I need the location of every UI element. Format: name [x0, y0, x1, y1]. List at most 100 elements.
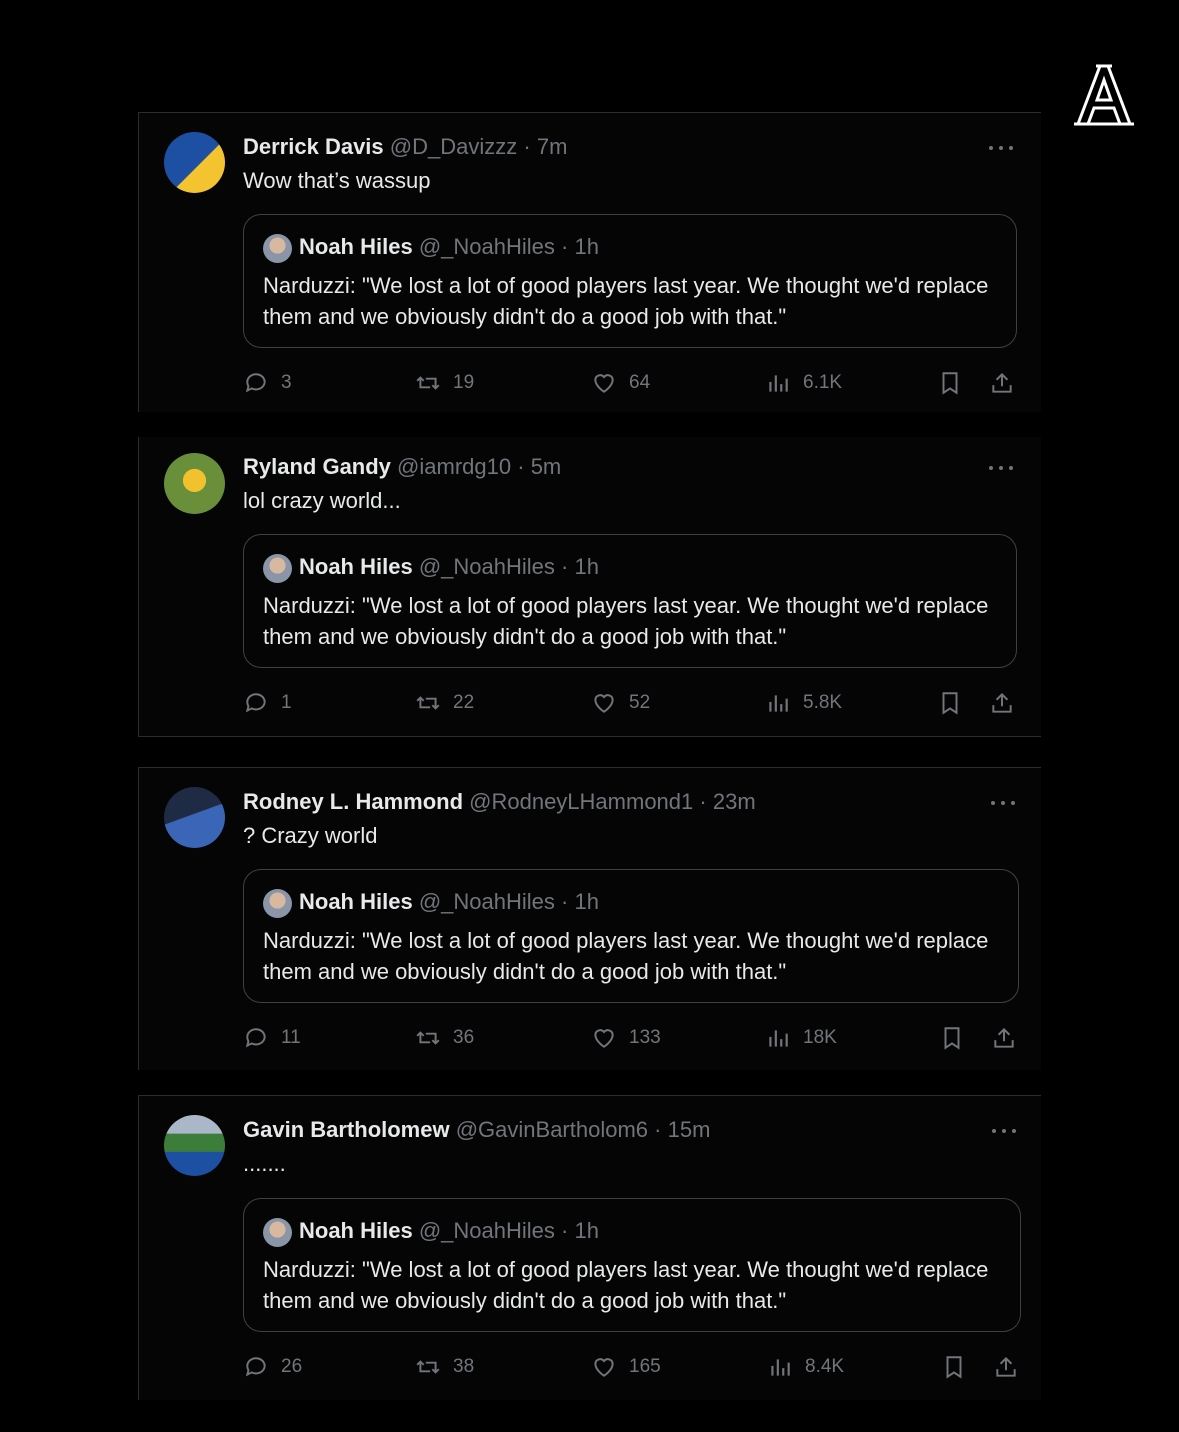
share-button[interactable]: [993, 1352, 1031, 1382]
timestamp[interactable]: 5m: [531, 454, 562, 479]
reply-button[interactable]: 1: [243, 688, 292, 718]
timestamp[interactable]: 7m: [537, 134, 568, 159]
views-button[interactable]: 6.1K: [765, 368, 842, 398]
views-button[interactable]: 5.8K: [765, 688, 842, 718]
bookmark-icon: [944, 1027, 960, 1050]
quoted-author-handle: @_NoahHiles: [418, 234, 555, 259]
quoted-timestamp: 1h: [574, 889, 599, 914]
author-handle[interactable]: @RodneyLHammond1: [469, 789, 693, 814]
share-button[interactable]: [989, 368, 1027, 398]
quoted-author-name: Noah Hiles: [299, 1218, 413, 1243]
tweet-text: ? Crazy world: [243, 823, 378, 848]
tweet-header: Ryland Gandy @iamrdg10 · 5m: [243, 454, 561, 480]
retweet-icon: [416, 1360, 440, 1374]
quoted-tweet[interactable]: Noah Hiles @_NoahHiles · 1h Narduzzi: "W…: [243, 534, 1017, 668]
separator: ·: [561, 554, 569, 579]
quoted-text: Narduzzi: "We lost a lot of good players…: [263, 1257, 989, 1313]
tweet-card[interactable]: Derrick Davis @D_Davizzz · 7m Wow that’s…: [138, 112, 1041, 412]
avatar[interactable]: [164, 1115, 225, 1176]
views-button[interactable]: 18K: [765, 1023, 837, 1053]
view-count: 18K: [803, 1027, 837, 1048]
tweet-card[interactable]: Gavin Bartholomew @GavinBartholom6 · 15m…: [138, 1095, 1041, 1400]
separator: ·: [699, 789, 707, 814]
share-button[interactable]: [989, 688, 1027, 718]
quoted-author-name: Noah Hiles: [299, 554, 413, 579]
tweet-card[interactable]: Ryland Gandy @iamrdg10 · 5m lol crazy wo…: [138, 437, 1041, 737]
tweet-card[interactable]: Rodney L. Hammond @RodneyLHammond1 · 23m…: [138, 767, 1041, 1070]
bookmark-button[interactable]: [939, 1023, 977, 1053]
quoted-avatar: [263, 234, 292, 263]
quoted-avatar: [263, 889, 292, 918]
separator: ·: [561, 234, 569, 259]
retweet-button[interactable]: 36: [415, 1023, 474, 1053]
retweet-count: 19: [453, 372, 475, 393]
timestamp[interactable]: 23m: [713, 789, 756, 814]
retweet-button[interactable]: 19: [415, 368, 474, 398]
tweet-text: .......: [243, 1151, 286, 1176]
author-handle[interactable]: @iamrdg10: [397, 454, 511, 479]
separator: ·: [517, 454, 525, 479]
reply-icon: [245, 693, 266, 713]
reply-icon: [245, 373, 266, 393]
retweet-button[interactable]: 38: [415, 1352, 474, 1382]
action-bar: 11 36 133 18K: [243, 1023, 1021, 1053]
views-button[interactable]: 8.4K: [767, 1352, 844, 1382]
author-name[interactable]: Rodney L. Hammond: [243, 789, 463, 814]
quoted-header: Noah Hiles @_NoahHiles · 1h: [299, 1218, 599, 1244]
like-button[interactable]: 52: [591, 688, 650, 718]
reply-button[interactable]: 3: [243, 368, 292, 398]
quoted-tweet[interactable]: Noah Hiles @_NoahHiles · 1h Narduzzi: "W…: [243, 214, 1017, 348]
more-options-icon[interactable]: [992, 1128, 1016, 1134]
retweet-count: 38: [453, 1356, 475, 1377]
heart-icon: [594, 374, 614, 393]
retweet-icon: [416, 696, 440, 710]
author-name[interactable]: Derrick Davis: [243, 134, 384, 159]
more-options-icon[interactable]: [989, 465, 1013, 471]
tweet-text: Wow that’s wassup: [243, 168, 431, 193]
tweet-header: Gavin Bartholomew @GavinBartholom6 · 15m: [243, 1117, 710, 1143]
reply-count: 1: [281, 692, 292, 713]
reply-button[interactable]: 11: [243, 1023, 301, 1053]
quoted-author-name: Noah Hiles: [299, 889, 413, 914]
reply-count: 3: [281, 372, 292, 393]
bookmark-icon: [942, 692, 958, 715]
quoted-header: Noah Hiles @_NoahHiles · 1h: [299, 554, 599, 580]
like-count: 133: [629, 1027, 661, 1048]
like-button[interactable]: 165: [591, 1352, 661, 1382]
tweet-text: lol crazy world...: [243, 488, 401, 513]
like-button[interactable]: 133: [591, 1023, 661, 1053]
author-name[interactable]: Gavin Bartholomew: [243, 1117, 450, 1142]
share-button[interactable]: [991, 1023, 1029, 1053]
views-icon: [769, 695, 788, 712]
separator: ·: [561, 889, 569, 914]
timestamp[interactable]: 15m: [668, 1117, 711, 1142]
heart-icon: [594, 1029, 614, 1048]
quoted-avatar: [263, 554, 292, 583]
separator: ·: [561, 1218, 569, 1243]
action-bar: 26 38 165 8.4K: [243, 1352, 1021, 1382]
quoted-author-name: Noah Hiles: [299, 234, 413, 259]
quoted-author-handle: @_NoahHiles: [418, 554, 555, 579]
like-button[interactable]: 64: [591, 368, 650, 398]
quoted-tweet[interactable]: Noah Hiles @_NoahHiles · 1h Narduzzi: "W…: [243, 1198, 1021, 1332]
retweet-button[interactable]: 22: [415, 688, 474, 718]
more-options-icon[interactable]: [989, 145, 1013, 151]
bookmark-button[interactable]: [937, 368, 975, 398]
reply-button[interactable]: 26: [243, 1352, 302, 1382]
avatar[interactable]: [164, 453, 225, 514]
bookmark-button[interactable]: [941, 1352, 979, 1382]
avatar[interactable]: [164, 787, 225, 848]
more-options-icon[interactable]: [991, 800, 1015, 806]
tweet-header: Rodney L. Hammond @RodneyLHammond1 · 23m: [243, 789, 756, 815]
reply-icon: [245, 1357, 266, 1377]
quoted-tweet[interactable]: Noah Hiles @_NoahHiles · 1h Narduzzi: "W…: [243, 869, 1019, 1003]
author-handle[interactable]: @GavinBartholom6: [456, 1117, 648, 1142]
tweet-header: Derrick Davis @D_Davizzz · 7m: [243, 134, 567, 160]
bookmark-button[interactable]: [937, 688, 975, 718]
author-name[interactable]: Ryland Gandy: [243, 454, 391, 479]
avatar[interactable]: [164, 132, 225, 193]
views-icon: [769, 375, 788, 392]
author-handle[interactable]: @D_Davizzz: [390, 134, 517, 159]
quoted-timestamp: 1h: [574, 554, 599, 579]
quoted-text: Narduzzi: "We lost a lot of good players…: [263, 593, 989, 649]
